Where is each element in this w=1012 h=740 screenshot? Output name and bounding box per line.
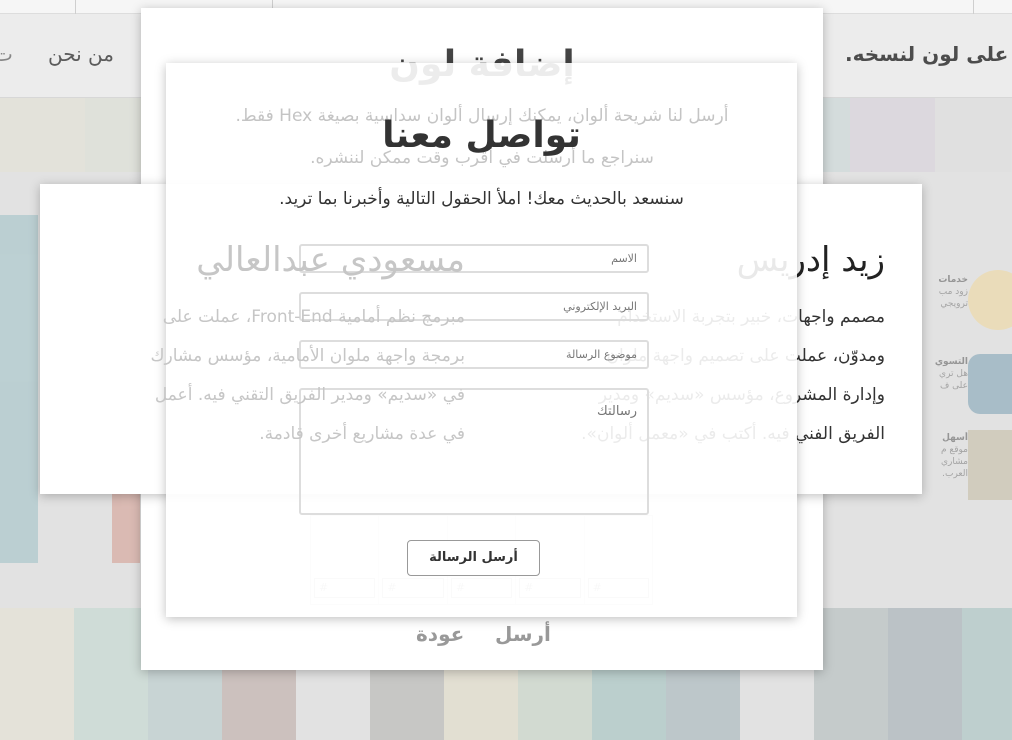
facebook-icon	[968, 354, 1012, 414]
thumbnail-image	[968, 430, 1012, 500]
sidebar-item-text: العرب.	[942, 469, 968, 479]
name-input[interactable]: الاسم	[299, 244, 649, 273]
sidebar-item-title: أسهل	[942, 433, 968, 443]
add-color-back-button[interactable]: عودة	[416, 622, 464, 646]
sidebar-item-text: على ف	[939, 381, 968, 391]
sidebar-item[interactable]: خدمات زود مب ترويجي	[924, 274, 968, 310]
subject-input[interactable]: موضوع الرسالة	[299, 340, 649, 369]
color-stripe[interactable]	[0, 608, 74, 740]
divider	[75, 0, 76, 14]
sidebar-item-text: موقع م	[941, 445, 968, 455]
color-stripe[interactable]	[814, 608, 888, 740]
email-input[interactable]: البريد الإلكتروني	[299, 292, 649, 321]
tagline: على لون لنسخه.	[845, 42, 1009, 66]
color-stripe[interactable]	[935, 98, 1012, 172]
sidebar-item-text: هل تري	[939, 369, 968, 379]
sidebar-item[interactable]: أسهل موقع م مشاري العرب.	[924, 432, 968, 480]
contact-subtitle: سنسعد بالحديث معك! املأ الحقول التالية و…	[279, 189, 684, 209]
color-stripe[interactable]	[74, 608, 148, 740]
sidebar-item[interactable]: التسوي هل تري على ف	[924, 356, 968, 392]
send-message-button[interactable]: أرسل الرسالة	[407, 540, 540, 576]
color-stripe[interactable]	[962, 608, 1012, 740]
color-stripe-pink[interactable]	[112, 494, 140, 563]
divider	[973, 0, 974, 14]
nav-item-partial[interactable]: ت	[0, 42, 13, 66]
sidebar-item-title: خدمات	[938, 275, 968, 285]
sidebar-item-text: مشاري	[941, 457, 968, 467]
add-color-submit-button[interactable]: أرسل	[495, 622, 551, 646]
sidebar-item-text: زود مب	[938, 287, 968, 297]
color-stripe[interactable]	[850, 98, 935, 172]
color-stripe[interactable]	[0, 98, 85, 172]
sidebar-item-text: ترويجي	[940, 299, 968, 309]
color-stripe-blue[interactable]	[0, 215, 38, 563]
video-camera-icon	[968, 270, 1012, 330]
message-textarea[interactable]: رسالتك	[299, 388, 649, 515]
contact-modal: تواصل معنا سنسعد بالحديث معك! املأ الحقو…	[166, 63, 797, 617]
color-stripe[interactable]	[888, 608, 962, 740]
contact-title: تواصل معنا	[382, 115, 581, 156]
sidebar-item-title: التسوي	[934, 357, 968, 367]
nav-item-about[interactable]: من نحن	[48, 42, 114, 66]
